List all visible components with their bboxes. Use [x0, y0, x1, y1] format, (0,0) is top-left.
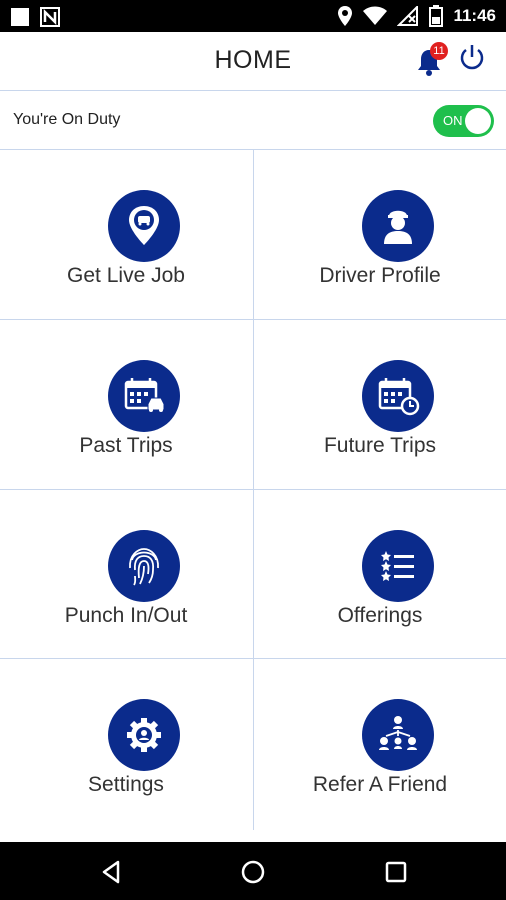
tile-refer-a-friend[interactable]: Refer A Friend — [254, 659, 506, 828]
fingerprint-icon — [129, 548, 159, 586]
no-signal-icon — [397, 6, 419, 26]
home-icon — [241, 860, 265, 884]
tile-icon-circle — [362, 360, 434, 432]
calendar-car-icon — [124, 378, 165, 412]
duty-status-row: You're On Duty ON — [0, 91, 506, 150]
tile-settings[interactable]: Settings — [0, 659, 252, 828]
tile-label: Settings — [88, 773, 164, 796]
menu-grid: Get Live Job Driver Profile Past Trips F… — [0, 150, 506, 830]
tile-label: Past Trips — [79, 434, 173, 457]
tile-label: Refer A Friend — [312, 773, 448, 796]
wifi-icon — [363, 6, 388, 25]
square-icon — [11, 8, 29, 26]
tile-icon-circle — [362, 530, 434, 602]
tile-get-live-job[interactable]: Get Live Job — [0, 150, 252, 319]
tile-icon-circle — [108, 699, 180, 771]
tile-icon-circle — [108, 190, 180, 262]
status-time: 11:46 — [453, 6, 496, 25]
tile-label: Future Trips — [323, 434, 437, 457]
notification-badge: 11 — [430, 42, 448, 60]
tile-label: Get Live Job — [67, 264, 185, 287]
power-button[interactable] — [458, 43, 486, 73]
referral-network-icon — [379, 716, 417, 750]
recents-icon — [385, 861, 407, 883]
tile-icon-circle — [362, 699, 434, 771]
tile-icon-circle — [108, 360, 180, 432]
car-location-pin-icon — [129, 206, 159, 245]
status-bar: 11:46 — [0, 0, 506, 32]
back-icon — [102, 860, 120, 884]
tile-icon-circle — [362, 190, 434, 262]
toggle-knob — [465, 108, 491, 134]
home-button[interactable] — [239, 858, 267, 886]
tile-past-trips[interactable]: Past Trips — [0, 320, 252, 489]
navigation-bar — [0, 842, 506, 900]
n-notification-icon — [40, 7, 60, 27]
calendar-clock-icon — [378, 378, 420, 416]
duty-toggle[interactable]: ON — [433, 105, 494, 137]
tile-label: Offerings — [337, 604, 423, 627]
back-button[interactable] — [98, 858, 126, 886]
tile-driver-profile[interactable]: Driver Profile — [254, 150, 506, 319]
recents-button[interactable] — [382, 858, 410, 886]
tile-future-trips[interactable]: Future Trips — [254, 320, 506, 489]
power-icon — [460, 45, 484, 70]
notifications-button[interactable]: 11 — [416, 42, 448, 76]
location-icon — [338, 6, 353, 26]
tile-punch-in-out[interactable]: Punch In/Out — [0, 490, 252, 659]
duty-label: You're On Duty — [13, 111, 121, 128]
tile-icon-circle — [108, 530, 180, 602]
app-bar: HOME 11 — [0, 32, 506, 91]
driver-icon — [384, 210, 412, 244]
tile-label: Punch In/Out — [64, 604, 188, 627]
tile-label: Driver Profile — [319, 264, 441, 287]
toggle-label: ON — [443, 113, 463, 128]
gear-user-icon — [127, 718, 161, 752]
star-list-icon — [381, 551, 414, 581]
battery-icon — [429, 5, 444, 27]
tile-offerings[interactable]: Offerings — [254, 490, 506, 659]
